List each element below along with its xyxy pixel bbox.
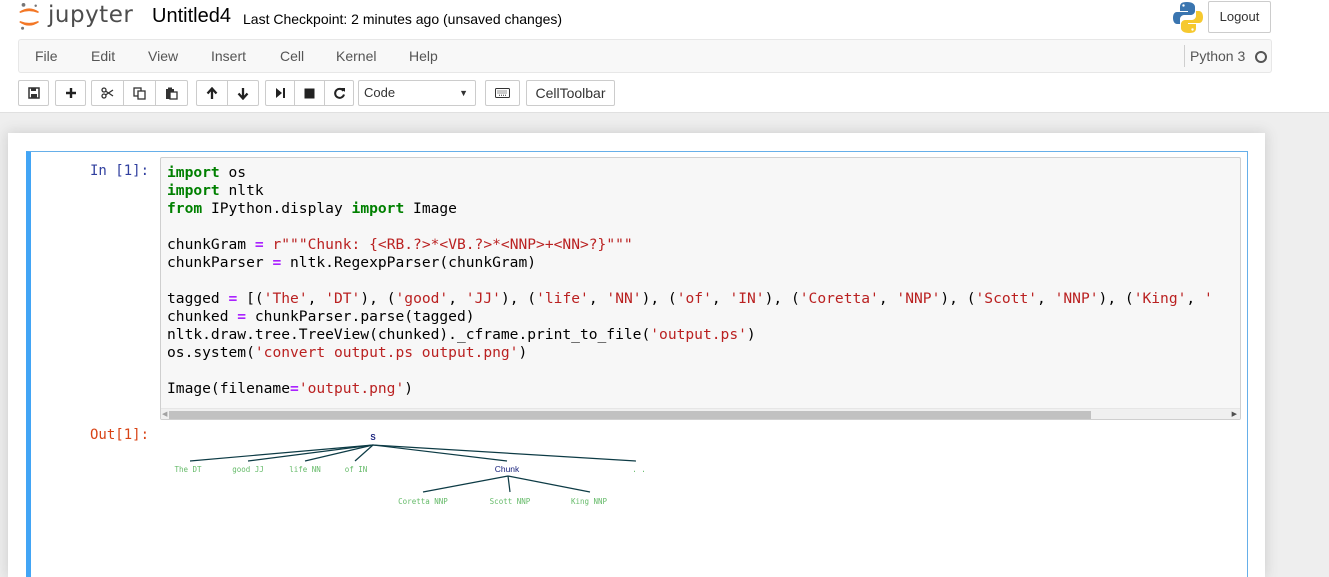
tree-leaf: The DT [174, 465, 202, 474]
tree-chunk-leaf: King NNP [571, 497, 608, 506]
tree-leaf: life NN [289, 465, 321, 474]
move-group [196, 80, 259, 106]
code-line: Image(filename='output.png') [167, 380, 414, 397]
menu-cell[interactable]: Cell [280, 48, 304, 64]
code-line: nltk.draw.tree.TreeView(chunked)._cframe… [167, 326, 756, 343]
interrupt-button[interactable] [295, 81, 325, 105]
jupyter-logo-icon[interactable] [16, 2, 46, 32]
save-button[interactable] [19, 81, 48, 105]
tree-chunk-leaf: Scott NNP [490, 497, 531, 506]
tree-leaf: . . [632, 465, 646, 474]
menu-edit[interactable]: Edit [91, 48, 115, 64]
tree-edge [422, 475, 509, 493]
input-prompt: In [1]: [90, 163, 150, 179]
tree-leaf: good JJ [232, 465, 264, 474]
insert-cell-button[interactable] [56, 81, 85, 105]
code-line: import os [167, 164, 247, 181]
menubar: File Edit View Insert Cell Kernel Help P… [18, 39, 1272, 73]
refresh-icon [333, 87, 345, 99]
move-down-button[interactable] [228, 81, 258, 105]
cut-icon [101, 87, 114, 99]
kernel-status-icon [1255, 51, 1267, 63]
copy-icon [133, 86, 146, 100]
kernel-name[interactable]: Python 3 [1184, 45, 1245, 67]
tree-leaf: of IN [345, 465, 368, 474]
menu-file[interactable]: File [35, 48, 58, 64]
restart-button[interactable] [325, 81, 353, 105]
paste-icon [166, 87, 178, 100]
tree-edge [507, 475, 511, 493]
cut-button[interactable] [92, 81, 124, 105]
tree-edge [189, 444, 374, 462]
menu-view[interactable]: View [148, 48, 178, 64]
tree-edge [247, 444, 374, 462]
command-palette-button[interactable] [486, 81, 519, 105]
notebook-name[interactable]: Untitled4 [152, 5, 231, 28]
tree-edge [372, 444, 508, 462]
jupyter-logo-text[interactable]: jupyter [48, 2, 133, 28]
scrollbar-thumb[interactable] [169, 411, 1091, 419]
plus-icon [65, 88, 76, 98]
logout-button[interactable]: Logout [1208, 1, 1271, 33]
caret-down-icon: ▼ [459, 88, 468, 98]
cell-type-select[interactable]: Code ▼ [358, 80, 476, 106]
menu-insert[interactable]: Insert [211, 48, 246, 64]
code-line: chunked = chunkParser.parse(tagged) [167, 308, 475, 325]
code-line: from IPython.display import Image [167, 200, 457, 217]
horizontal-scrollbar[interactable]: ◀ ▶ [161, 408, 1240, 419]
tree-chunk-leaf: Coretta NNP [398, 497, 448, 506]
checkpoint-status: Last Checkpoint: 2 minutes ago (unsaved … [243, 11, 563, 27]
keyboard-icon [495, 88, 510, 98]
tree-edge [372, 444, 637, 462]
menu-kernel[interactable]: Kernel [336, 48, 376, 64]
tree-edge [507, 475, 591, 493]
save-icon [27, 87, 40, 99]
menu-help[interactable]: Help [409, 48, 438, 64]
code-line: import nltk [167, 182, 264, 199]
tree-root-label: S [370, 433, 376, 442]
arrow-up-icon [206, 86, 218, 99]
cell-type-value: Code [364, 85, 396, 100]
scroll-right-icon[interactable]: ▶ [1232, 410, 1237, 418]
tree-chunk-label: Chunk [495, 464, 520, 474]
code-editor[interactable]: import os import nltk from IPython.displ… [160, 157, 1241, 420]
paste-button[interactable] [156, 81, 187, 105]
copy-button[interactable] [124, 81, 156, 105]
arrow-down-icon [237, 87, 249, 100]
code-line: tagged = [('The', 'DT'), ('good', 'JJ'),… [167, 290, 1213, 307]
step-forward-icon [275, 88, 285, 98]
code-line: os.system('convert output.ps output.png'… [167, 344, 528, 361]
scroll-left-icon[interactable]: ◀ [162, 410, 167, 418]
python-logo-icon [1173, 2, 1203, 33]
output-prompt: Out[1]: [90, 427, 150, 443]
code-line: chunkParser = nltk.RegexpParser(chunkGra… [167, 254, 537, 271]
stop-icon [304, 88, 315, 98]
save-group [18, 80, 49, 106]
insert-group [55, 80, 86, 106]
keyboard-group [485, 80, 520, 106]
celltoolbar-button[interactable]: CellToolbar [526, 80, 615, 106]
code-text[interactable]: import os import nltk from IPython.displ… [167, 164, 1213, 398]
parse-tree-image: S The DT good JJ life NN of IN . . Coret… [174, 433, 646, 506]
move-up-button[interactable] [197, 81, 228, 105]
code-line: chunkGram = r"""Chunk: {<RB.?>*<VB.?>*<N… [167, 236, 633, 253]
run-button[interactable] [266, 81, 295, 105]
edit-group [91, 80, 188, 106]
run-group [265, 80, 354, 106]
